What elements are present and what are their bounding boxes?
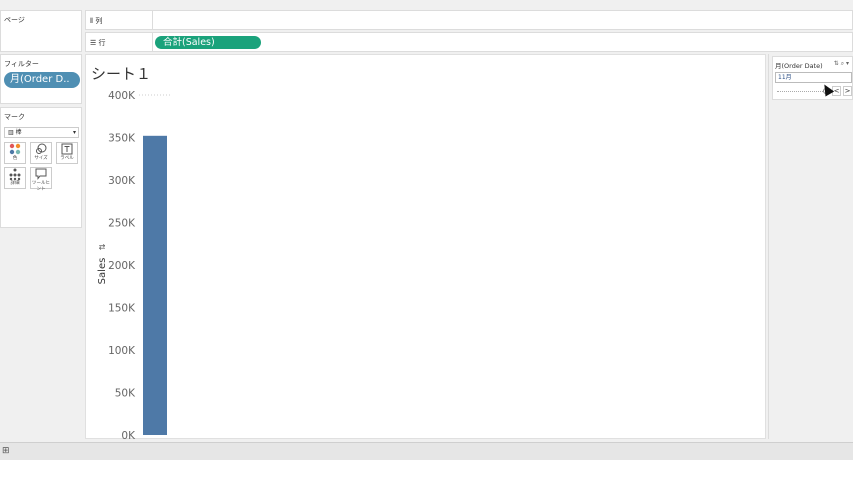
y-tick-label: 350K: [108, 133, 136, 145]
next-button[interactable]: >: [843, 86, 852, 96]
label-icon: [57, 143, 77, 156]
filter-options-icon[interactable]: ⇅: [834, 60, 839, 67]
new-sheet-icon[interactable]: ⊞: [2, 446, 10, 456]
sort-icon[interactable]: ⇅: [98, 243, 107, 250]
mark-size-label: サイズ: [34, 156, 48, 161]
filters-panel-title: フィルター: [4, 60, 39, 68]
chevron-down-icon: ▾: [72, 129, 76, 136]
mark-color-button[interactable]: 色: [4, 142, 26, 164]
y-tick-label: 200K: [108, 260, 136, 272]
shelf-divider: [152, 33, 153, 51]
y-tick-label: 50K: [115, 388, 136, 400]
quick-filter-title: 月(Order Date): [775, 62, 823, 70]
mark-type-label: 棒: [15, 129, 22, 136]
rows-shelf-label: ☰ 行: [90, 39, 106, 47]
shelf-divider: [152, 11, 153, 29]
chevron-down-icon[interactable]: ▾: [846, 60, 849, 67]
columns-shelf-label: ⦀ 列: [90, 17, 103, 25]
search-icon[interactable]: ⌕: [841, 60, 844, 67]
y-tick-label: 0K: [121, 430, 136, 440]
mark-detail-label: 詳細: [10, 181, 20, 186]
sheet-title: シート１: [91, 65, 152, 83]
y-tick-label: 100K: [108, 345, 136, 357]
mark-tooltip-button[interactable]: ツールヒント: [30, 167, 52, 192]
bottom-margin: [0, 460, 853, 480]
color-dots-icon: [5, 143, 25, 156]
bar-chart-icon: ▥: [8, 129, 14, 136]
mark-color-label: 色: [12, 156, 18, 161]
rows-shelf[interactable]: ☰ 行 合計(Sales): [85, 32, 853, 52]
rows-icon: ☰: [90, 39, 97, 47]
sheet-view: 0K 50K 100K 150K 200K 250K 300K 350K 400K Sales ⇅ …: [85, 54, 766, 440]
mark-size-button[interactable]: サイズ: [30, 142, 52, 164]
filters-panel: フィルター 月(Order D..: [0, 54, 82, 104]
slider-track[interactable]: [777, 91, 825, 92]
detail-icon: [5, 168, 25, 181]
mark-label-label: ラベル: [60, 156, 74, 161]
filter-pill-month[interactable]: 月(Order D..: [4, 72, 80, 88]
quick-filter-value[interactable]: 11月: [775, 72, 852, 83]
y-axis-label: Sales: [97, 258, 108, 285]
columns-shelf[interactable]: ⦀ 列: [85, 10, 853, 30]
quick-filter-panel: 月(Order Date) ⇅ ⌕ ▾ 11月 < >: [768, 54, 853, 439]
columns-icon: ⦀: [90, 17, 94, 25]
size-icon: [31, 143, 51, 156]
tooltip-icon: [31, 168, 51, 181]
mark-label-button[interactable]: ラベル: [56, 142, 78, 164]
y-tick-label: 300K: [108, 175, 136, 187]
bar-chart: 0K 50K 100K 150K 200K 250K 300K 350K 400K Sales ⇅: [97, 90, 171, 440]
status-bar: ⊞: [0, 442, 853, 460]
quick-filter-card: 月(Order Date) ⇅ ⌕ ▾ 11月 < >: [772, 56, 853, 100]
pages-panel-title: ページ: [4, 16, 25, 24]
pages-panel: ページ: [0, 10, 82, 52]
marks-panel: マーク ▥ 棒 ▾ 色 サイズ ラベル 詳細 ツールヒント: [0, 107, 82, 228]
marks-panel-title: マーク: [4, 113, 25, 121]
y-tick-label: 150K: [108, 303, 136, 315]
rows-pill-sum-sales[interactable]: 合計(Sales): [155, 36, 261, 49]
bar[interactable]: [143, 135, 167, 436]
mark-type-select[interactable]: ▥ 棒 ▾: [4, 127, 79, 138]
y-tick-label: 250K: [108, 218, 136, 230]
mark-tooltip-label: ツールヒント: [32, 181, 50, 192]
mark-detail-button[interactable]: 詳細: [4, 167, 26, 189]
tableau-workspace: ページ フィルター 月(Order D.. マーク ▥ 棒 ▾ 色 サイズ ラベ…: [0, 0, 853, 480]
y-tick-label: 400K: [108, 90, 136, 102]
